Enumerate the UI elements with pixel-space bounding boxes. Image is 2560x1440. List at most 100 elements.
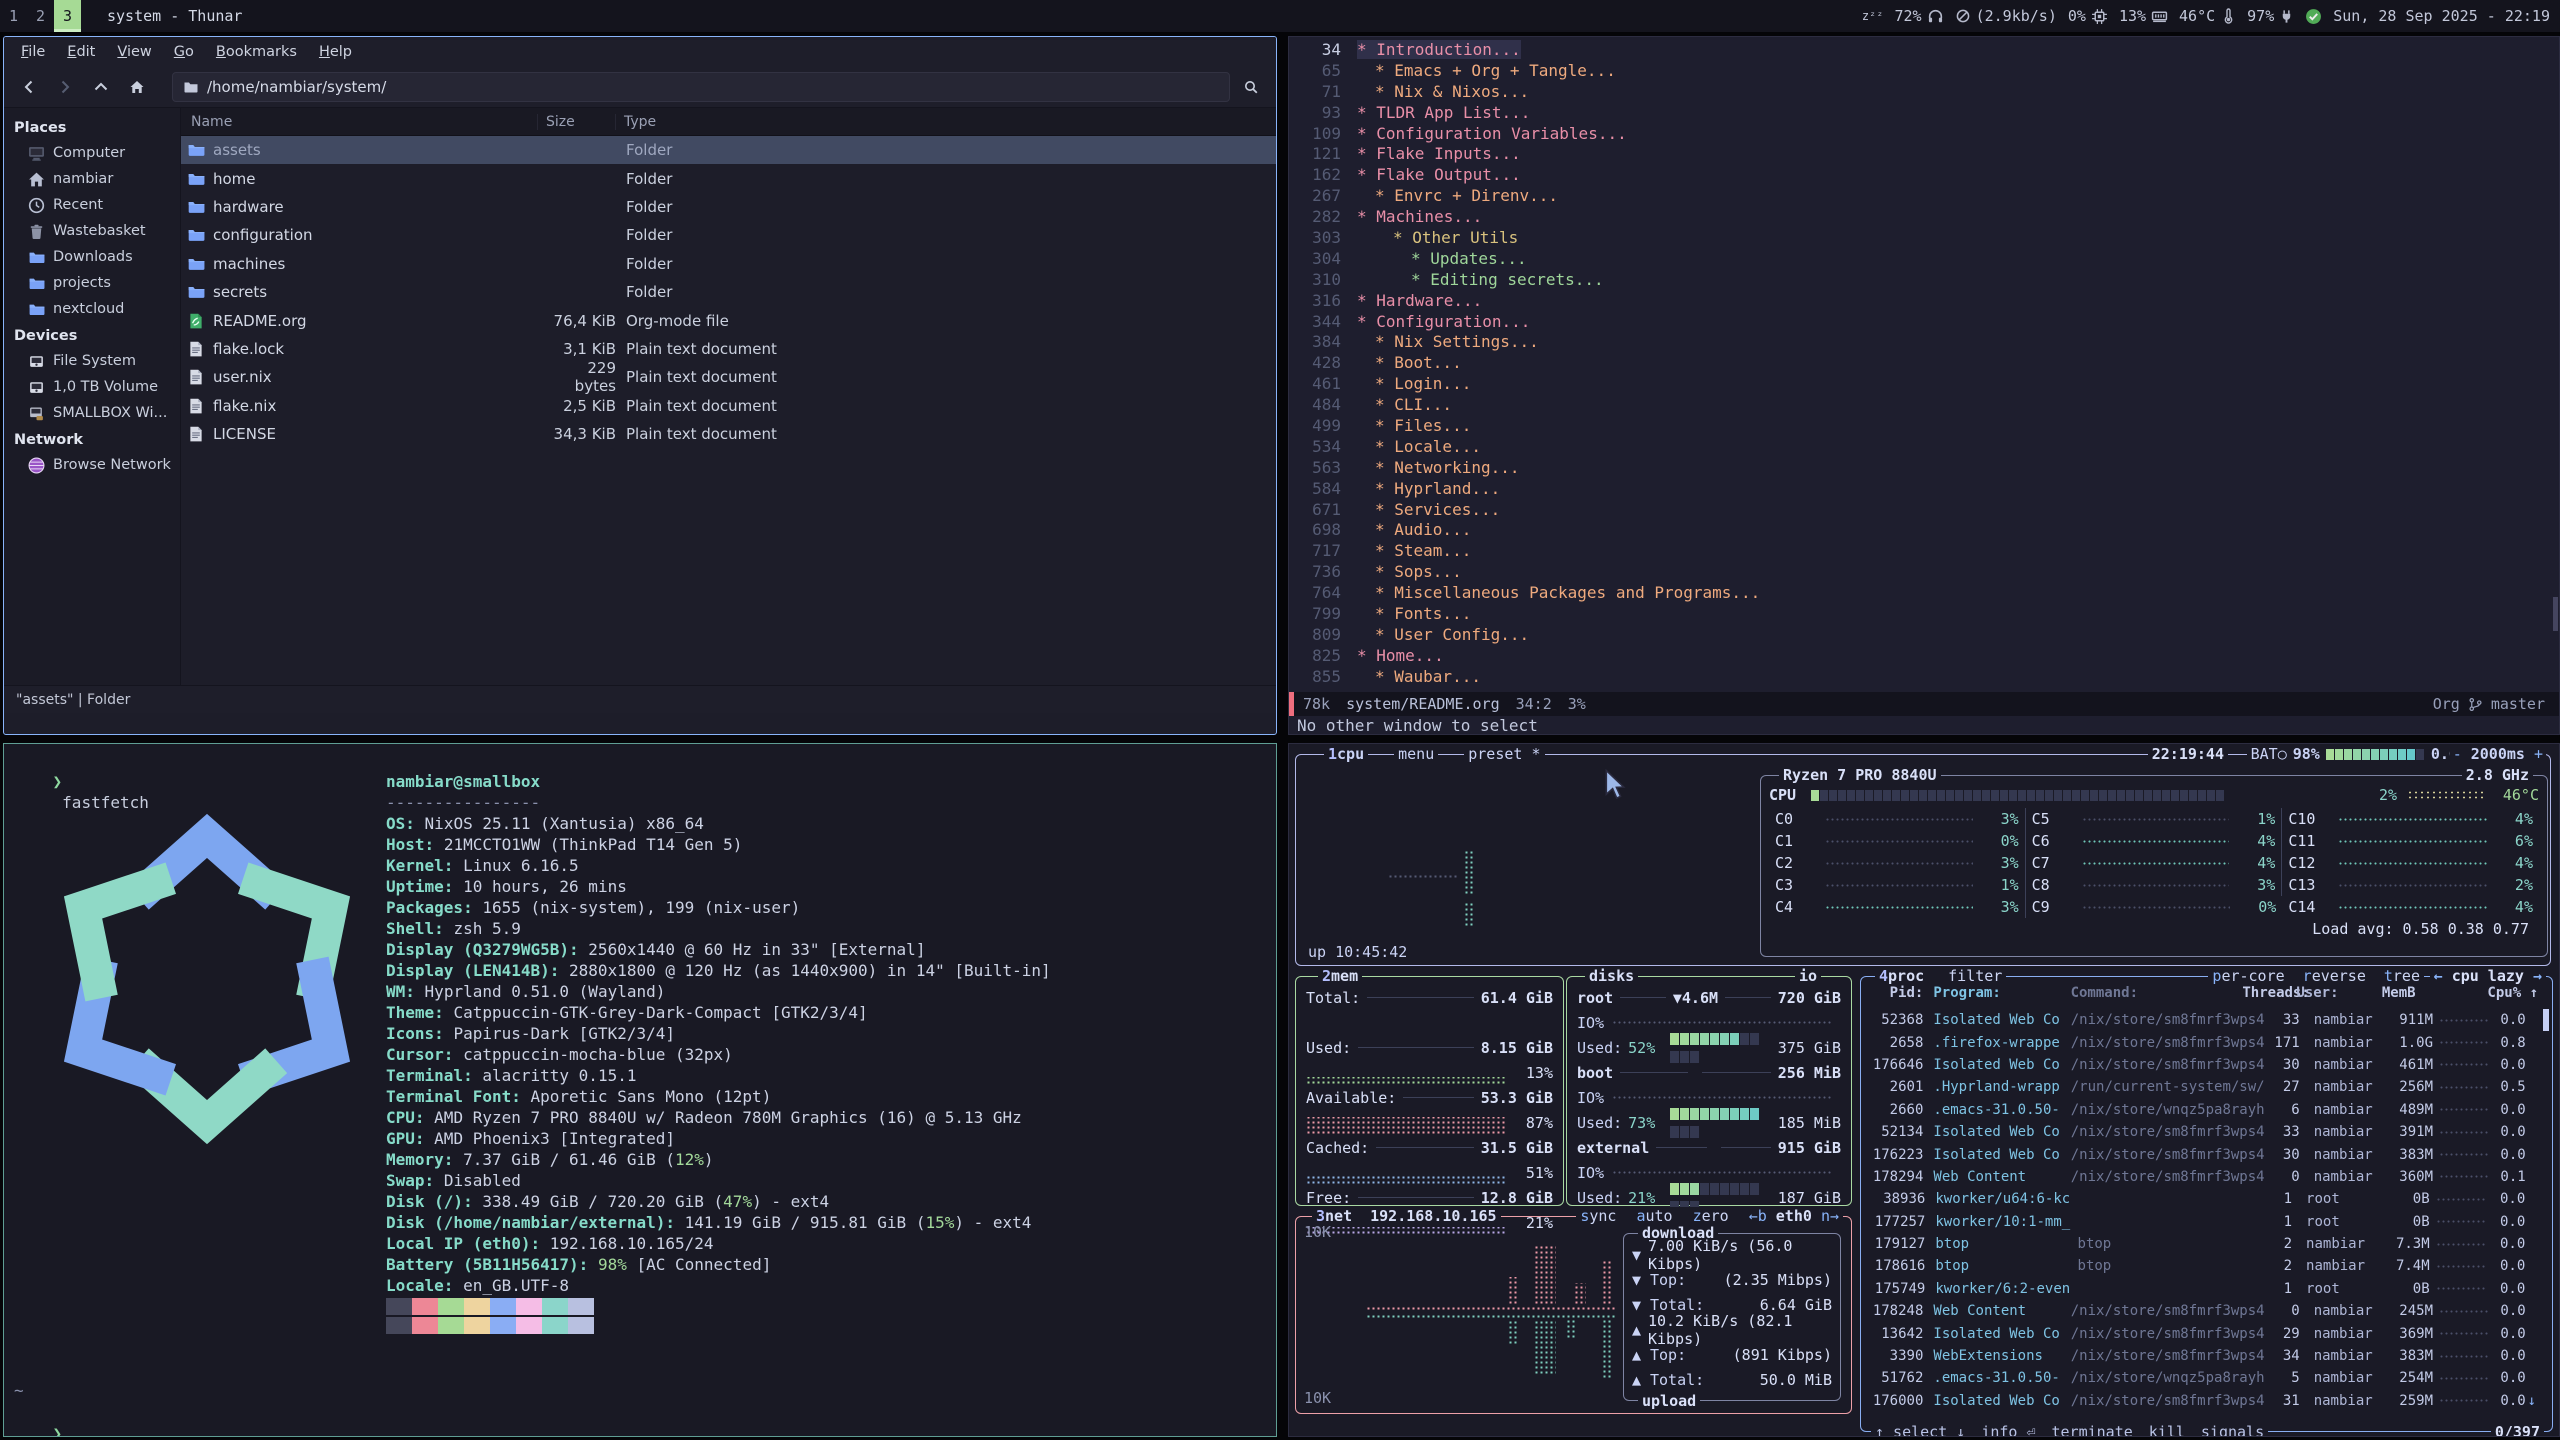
header-memb[interactable]: MemB: [2370, 985, 2416, 1007]
org-heading-line[interactable]: 499 * Files...: [1289, 416, 2559, 437]
proc-control-button[interactable]: per-core: [2212, 967, 2284, 985]
file-row[interactable]: machines Folder: [181, 250, 1276, 278]
proc-scrollbar-thumb[interactable]: [2543, 1009, 2549, 1031]
process-row[interactable]: 176646 Isolated Web Co /nix/store/sm8fmr…: [1869, 1054, 2538, 1076]
btop-tab-cpu[interactable]: 1cpu: [1324, 745, 1368, 763]
sidebar-network-item[interactable]: Browse Network: [4, 452, 180, 478]
process-row[interactable]: 3390 WebExtensions /nix/store/sm8fmrf3wp…: [1869, 1345, 2538, 1367]
proc-sort-selector[interactable]: ← cpu lazy →: [2430, 967, 2546, 985]
process-row[interactable]: 178248 Web Content /nix/store/sm8fmrf3wp…: [1869, 1300, 2538, 1322]
shell-prompt[interactable]: ❯: [14, 1402, 71, 1437]
up-button[interactable]: [86, 73, 116, 101]
org-heading-line[interactable]: 764 * Miscellaneous Packages and Program…: [1289, 583, 2559, 604]
org-heading-line[interactable]: 428 * Boot...: [1289, 353, 2559, 374]
org-heading-line[interactable]: 809 * User Config...: [1289, 625, 2559, 646]
file-row[interactable]: home Folder: [181, 164, 1276, 192]
org-heading-line[interactable]: 121 * Flake Inputs...: [1289, 144, 2559, 165]
refresh-plus[interactable]: +: [2534, 745, 2543, 763]
process-row[interactable]: 175749 kworker/6:2-even 1 root 0B 0.0: [1869, 1278, 2538, 1300]
org-heading-line[interactable]: 855 * Waubar...: [1289, 667, 2559, 688]
menu-item[interactable]: Bookmarks: [207, 41, 306, 63]
process-row[interactable]: 52368 Isolated Web Co /nix/store/sm8fmrf…: [1869, 1009, 2538, 1031]
column-name[interactable]: Name: [181, 114, 538, 130]
file-row[interactable]: configuration Folder: [181, 221, 1276, 249]
org-heading-line[interactable]: 93 * TLDR App List...: [1289, 103, 2559, 124]
workspace-button[interactable]: 2: [27, 0, 54, 32]
volume-indicator[interactable]: 72%: [1895, 7, 1944, 25]
column-type[interactable]: Type: [616, 114, 1276, 130]
org-heading-line[interactable]: 671 * Services...: [1289, 500, 2559, 521]
refresh-minus[interactable]: -: [2453, 745, 2462, 763]
menu-item[interactable]: View: [108, 41, 160, 63]
proc-box-title[interactable]: 4proc: [1879, 967, 1924, 985]
org-heading-line[interactable]: 34 * Introduction...: [1289, 40, 2559, 61]
menu-item[interactable]: Edit: [58, 41, 104, 63]
cpu-indicator[interactable]: 0%: [2068, 7, 2108, 25]
network-indicator[interactable]: (2.9kb/s): [1955, 7, 2057, 25]
forward-button[interactable]: [50, 73, 80, 101]
process-row[interactable]: 13642 Isolated Web Co /nix/store/sm8fmrf…: [1869, 1322, 2538, 1344]
org-heading-line[interactable]: 310 * Editing secrets...: [1289, 270, 2559, 291]
org-heading-line[interactable]: 316 * Hardware...: [1289, 291, 2559, 312]
memory-indicator[interactable]: 13%: [2119, 7, 2168, 25]
header-threads[interactable]: Threads:: [2242, 985, 2282, 1007]
net-control-button[interactable]: auto: [1636, 1207, 1672, 1225]
header-cpu[interactable]: Cpu% ↑: [2477, 985, 2538, 1007]
location-bar[interactable]: /home/nambiar/system/: [172, 72, 1230, 102]
net-interface-selector[interactable]: ←b eth0 n→: [1749, 1207, 1839, 1225]
process-row[interactable]: 178616 btop btop 2 nambiar 7.4M 0.0: [1869, 1255, 2538, 1277]
mem-box-title[interactable]: 2mem: [1318, 967, 1362, 985]
sidebar-device-item[interactable]: 1,0 TB Volume: [4, 374, 180, 400]
org-heading-line[interactable]: 109 * Configuration Variables...: [1289, 124, 2559, 145]
proc-control-button[interactable]: reverse: [2303, 967, 2366, 985]
header-command[interactable]: Command:: [2067, 985, 2243, 1007]
process-row[interactable]: 2601 .Hyprland-wrapp /run/current-system…: [1869, 1076, 2538, 1098]
menu-item[interactable]: Help: [310, 41, 361, 63]
sidebar-device-item[interactable]: SMALLBOX Wi...: [4, 400, 180, 426]
org-heading-line[interactable]: 267 * Envrc + Direnv...: [1289, 186, 2559, 207]
proc-footer-key[interactable]: signals: [2201, 1423, 2264, 1437]
net-control-button[interactable]: zero: [1693, 1207, 1729, 1225]
sidebar-place-item[interactable]: projects: [4, 270, 180, 296]
org-heading-line[interactable]: 162 * Flake Output...: [1289, 165, 2559, 186]
home-button[interactable]: [122, 73, 152, 101]
proc-footer-key[interactable]: terminate: [2052, 1423, 2133, 1437]
file-row[interactable]: user.nix 229 bytes Plain text document: [181, 363, 1276, 391]
process-row[interactable]: 177257 kworker/10:1-mm_ 1 root 0B 0.0: [1869, 1211, 2538, 1233]
proc-control-button[interactable]: tree: [2384, 967, 2420, 985]
btop-menu-button[interactable]: menu: [1394, 745, 1438, 763]
process-row[interactable]: 176000 Isolated Web Co /nix/store/sm8fmr…: [1869, 1390, 2538, 1412]
sidebar-device-item[interactable]: File System: [4, 348, 180, 374]
org-heading-line[interactable]: 65 * Emacs + Org + Tangle...: [1289, 61, 2559, 82]
process-row[interactable]: 52134 Isolated Web Co /nix/store/sm8fmrf…: [1869, 1121, 2538, 1143]
header-pid[interactable]: Pid:: [1869, 985, 1923, 1007]
process-row[interactable]: 51762 .emacs-31.0.50- /nix/store/wnqz5pa…: [1869, 1367, 2538, 1389]
org-heading-line[interactable]: 304 * Updates...: [1289, 249, 2559, 270]
org-heading-line[interactable]: 384 * Nix Settings...: [1289, 332, 2559, 353]
org-heading-line[interactable]: 534 * Locale...: [1289, 437, 2559, 458]
battery-indicator[interactable]: 97%: [2247, 7, 2294, 25]
org-heading-line[interactable]: 484 * CLI...: [1289, 395, 2559, 416]
header-program[interactable]: Program:: [1923, 985, 2066, 1007]
back-button[interactable]: [14, 73, 44, 101]
org-heading-line[interactable]: 461 * Login...: [1289, 374, 2559, 395]
process-row[interactable]: 38936 kworker/u64:6-kc 1 root 0B 0.0: [1869, 1188, 2538, 1210]
file-row[interactable]: assets Folder: [181, 136, 1276, 164]
header-user[interactable]: User:: [2282, 985, 2370, 1007]
org-heading-line[interactable]: 344 * Configuration...: [1289, 312, 2559, 333]
clock-date[interactable]: Sun, 28 Sep 2025 - 22:19: [2333, 7, 2550, 25]
net-control-button[interactable]: sync: [1580, 1207, 1616, 1225]
sidebar-place-item[interactable]: Wastebasket: [4, 218, 180, 244]
sidebar-place-item[interactable]: nextcloud: [4, 296, 180, 322]
column-size[interactable]: Size: [538, 114, 616, 130]
org-heading-line[interactable]: 71 * Nix & Nixos...: [1289, 82, 2559, 103]
file-row[interactable]: flake.lock 3,1 KiB Plain text document: [181, 335, 1276, 363]
org-heading-line[interactable]: 717 * Steam...: [1289, 541, 2559, 562]
proc-filter-button[interactable]: filter: [1948, 967, 2002, 985]
file-row[interactable]: LICENSE 34,3 KiB Plain text document: [181, 420, 1276, 448]
io-mode-toggle[interactable]: io: [1795, 967, 1821, 985]
sidebar-place-item[interactable]: Recent: [4, 192, 180, 218]
proc-footer-key[interactable]: ↑ select ↓: [1875, 1423, 1965, 1437]
sidebar-place-item[interactable]: Computer: [4, 140, 180, 166]
file-row[interactable]: hardware Folder: [181, 193, 1276, 221]
